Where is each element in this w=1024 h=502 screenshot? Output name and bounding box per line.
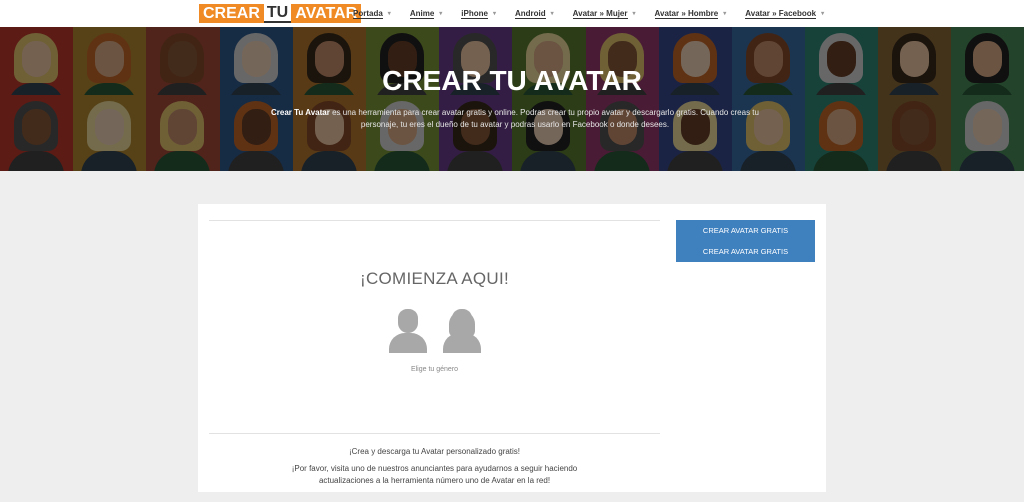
nav-item-portada[interactable]: Portada ▾ [353,9,391,19]
hero-description: Crear Tu Avatar es una herramienta para … [260,107,770,131]
chevron-down-icon: ▾ [821,11,825,17]
logo-part-1: CREAR [199,4,264,23]
nav-item-avatar-mujer[interactable]: Avatar » Mujer ▾ [572,8,636,19]
nav-item-label: iPhone [461,8,488,19]
chevron-down-icon: ▾ [723,11,727,17]
female-body-icon [443,333,481,353]
nav-item-label: Anime [409,8,435,19]
female-head-icon [452,309,472,333]
male-head-icon [398,309,418,333]
promo-line-2: ¡Por favor, visita uno de nuestros anunc… [291,464,578,485]
nav-item-iphone[interactable]: iPhone ▾ [461,9,496,19]
nav-item-label: Avatar » Hombre [654,8,719,19]
create-avatar-link-2[interactable]: CREAR AVATAR GRATIS [676,241,815,262]
nav-item-label: Android [514,8,546,19]
divider-top [209,220,660,221]
chevron-down-icon: ▾ [439,11,443,17]
nav-item-anime[interactable]: Anime ▾ [409,8,443,19]
nav-item-label: Avatar » Facebook [745,8,817,19]
nav-item-avatar-hombre[interactable]: Avatar » Hombre ▾ [654,8,727,19]
logo-part-3: AVATAR [291,4,362,23]
male-body-icon [389,333,427,353]
nav-item-android[interactable]: Android ▾ [514,8,554,19]
choose-gender-label: Elige tu género [410,366,459,373]
hero-brand-name: Crear Tu Avatar [271,108,330,117]
sidebar-links-box: CREAR AVATAR GRATIS CREAR AVATAR GRATIS [676,220,815,262]
nav-item-label: Avatar » Mujer [572,8,628,19]
female-avatar-button[interactable] [443,309,481,353]
create-avatar-link-1[interactable]: CREAR AVATAR GRATIS [676,220,815,241]
hero-banner: CREAR TU AVATAR Crear Tu Avatar es una h… [0,27,1024,171]
chevron-down-icon: ▾ [492,11,496,17]
chevron-down-icon: ▾ [632,11,636,17]
start-title: ¡COMIENZA AQUI! [359,269,510,288]
hero-overlay [0,27,1024,171]
hero-title: CREAR TU AVATAR [382,65,642,96]
hero-description-text: es una herramienta para crear avatar gra… [329,108,759,129]
chevron-down-icon: ▾ [550,11,554,17]
main-menu: Portada ▾ Anime ▾ iPhone ▾ Android ▾ Ava… [353,0,843,27]
logo-part-2: TU [263,4,292,23]
avatar-creator-card: ¡COMIENZA AQUI! Elige tu género ¡Crea y … [198,204,826,492]
nav-item-label: Portada [353,8,383,19]
chevron-down-icon: ▾ [387,11,391,17]
nav-item-avatar-facebook[interactable]: Avatar » Facebook ▾ [745,9,824,19]
male-avatar-button[interactable] [389,309,427,353]
promo-line-1: ¡Crea y descarga tu Avatar personalizado… [348,447,521,456]
site-logo[interactable]: CREAR TU AVATAR [199,4,362,23]
top-navigation-bar: CREAR TU AVATAR Portada ▾ Anime ▾ iPhone… [0,0,1024,27]
divider-bottom [209,433,660,434]
